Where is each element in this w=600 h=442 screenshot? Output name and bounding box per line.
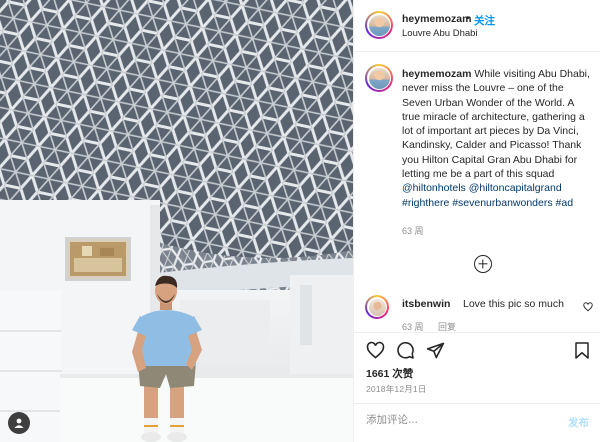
comment-time[interactable]: 63 周 xyxy=(402,322,424,332)
post-date[interactable]: 2018年12月1日 xyxy=(366,383,427,395)
author-avatar[interactable] xyxy=(365,11,393,39)
comment-icon[interactable] xyxy=(396,341,415,360)
user-tag-icon[interactable] xyxy=(8,412,30,434)
share-icon[interactable] xyxy=(426,341,445,360)
post-actions: 1661 次赞 2018年12月1日 发布 xyxy=(354,332,600,442)
commenter-username[interactable]: itsbenwin xyxy=(402,298,450,310)
caption-tags[interactable]: @hiltonhotels @hiltoncapitalgrand #right… xyxy=(402,182,573,208)
separator-dot: • xyxy=(466,12,470,24)
bookmark-icon[interactable] xyxy=(573,341,591,360)
add-comment-bar: 发布 xyxy=(354,403,600,442)
author-username[interactable]: heymemozam xyxy=(402,13,471,25)
louvre-dome-photo xyxy=(0,0,353,442)
caption-time[interactable]: 63 周 xyxy=(402,224,424,237)
heart-icon[interactable] xyxy=(366,341,385,360)
small-heart-icon[interactable] xyxy=(583,302,593,312)
commenter-avatar[interactable] xyxy=(365,295,389,319)
likes-count[interactable]: 1661 次赞 xyxy=(366,366,413,381)
caption-author-avatar[interactable] xyxy=(365,64,393,92)
comment-input[interactable] xyxy=(366,414,546,426)
comment-text: Love this pic so much xyxy=(463,298,564,310)
post-comment-button[interactable]: 发布 xyxy=(568,415,589,430)
post-photo[interactable] xyxy=(0,0,353,442)
caption-username[interactable]: heymemozam xyxy=(402,68,471,80)
post-side-panel: heymemozam • 关注 Louvre Abu Dhabi heymemo… xyxy=(353,0,600,442)
caption-body: While visiting Abu Dhabi, never miss the… xyxy=(402,68,590,181)
follow-button[interactable]: 关注 xyxy=(474,13,495,28)
plus-circle-icon[interactable] xyxy=(474,255,492,273)
caption-text: heymemozam While visiting Abu Dhabi, nev… xyxy=(402,67,592,210)
reply-button[interactable]: 回复 xyxy=(438,322,456,332)
post-header: heymemozam • 关注 Louvre Abu Dhabi xyxy=(354,0,600,52)
post-location[interactable]: Louvre Abu Dhabi xyxy=(402,28,478,39)
